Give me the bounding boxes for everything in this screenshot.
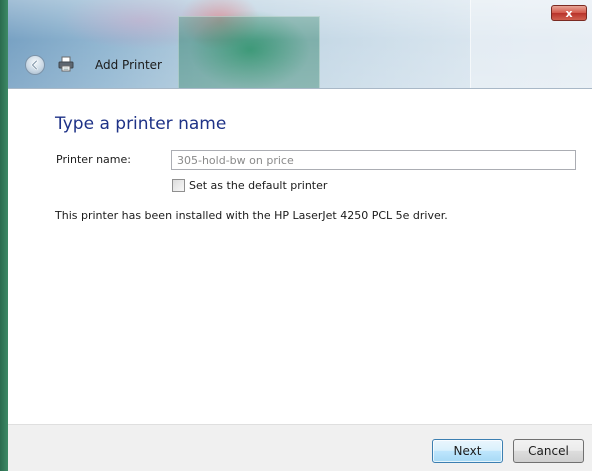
glass-shine <box>0 0 592 88</box>
driver-info-text: This printer has been installed with the… <box>55 209 448 222</box>
default-printer-checkbox-label[interactable]: Set as the default printer <box>189 179 327 192</box>
default-printer-checkbox[interactable] <box>172 179 185 192</box>
back-button[interactable] <box>25 55 45 75</box>
back-arrow-icon <box>31 59 38 71</box>
add-printer-window: x Add Printer Type a printer name Printe… <box>0 0 592 471</box>
title-bar-glass <box>0 0 592 90</box>
close-button[interactable]: x <box>551 5 587 21</box>
next-button[interactable]: Next <box>432 439 503 463</box>
footer-bar <box>8 424 592 471</box>
close-icon: x <box>565 7 573 20</box>
content-pane <box>8 88 592 425</box>
printer-name-label: Printer name: <box>56 153 131 166</box>
printer-name-input[interactable] <box>171 150 576 170</box>
left-edge-strip <box>0 0 8 471</box>
window-title: Add Printer <box>95 58 162 72</box>
page-heading: Type a printer name <box>55 114 227 134</box>
printer-icon <box>58 56 74 72</box>
cancel-button[interactable]: Cancel <box>513 439 584 463</box>
